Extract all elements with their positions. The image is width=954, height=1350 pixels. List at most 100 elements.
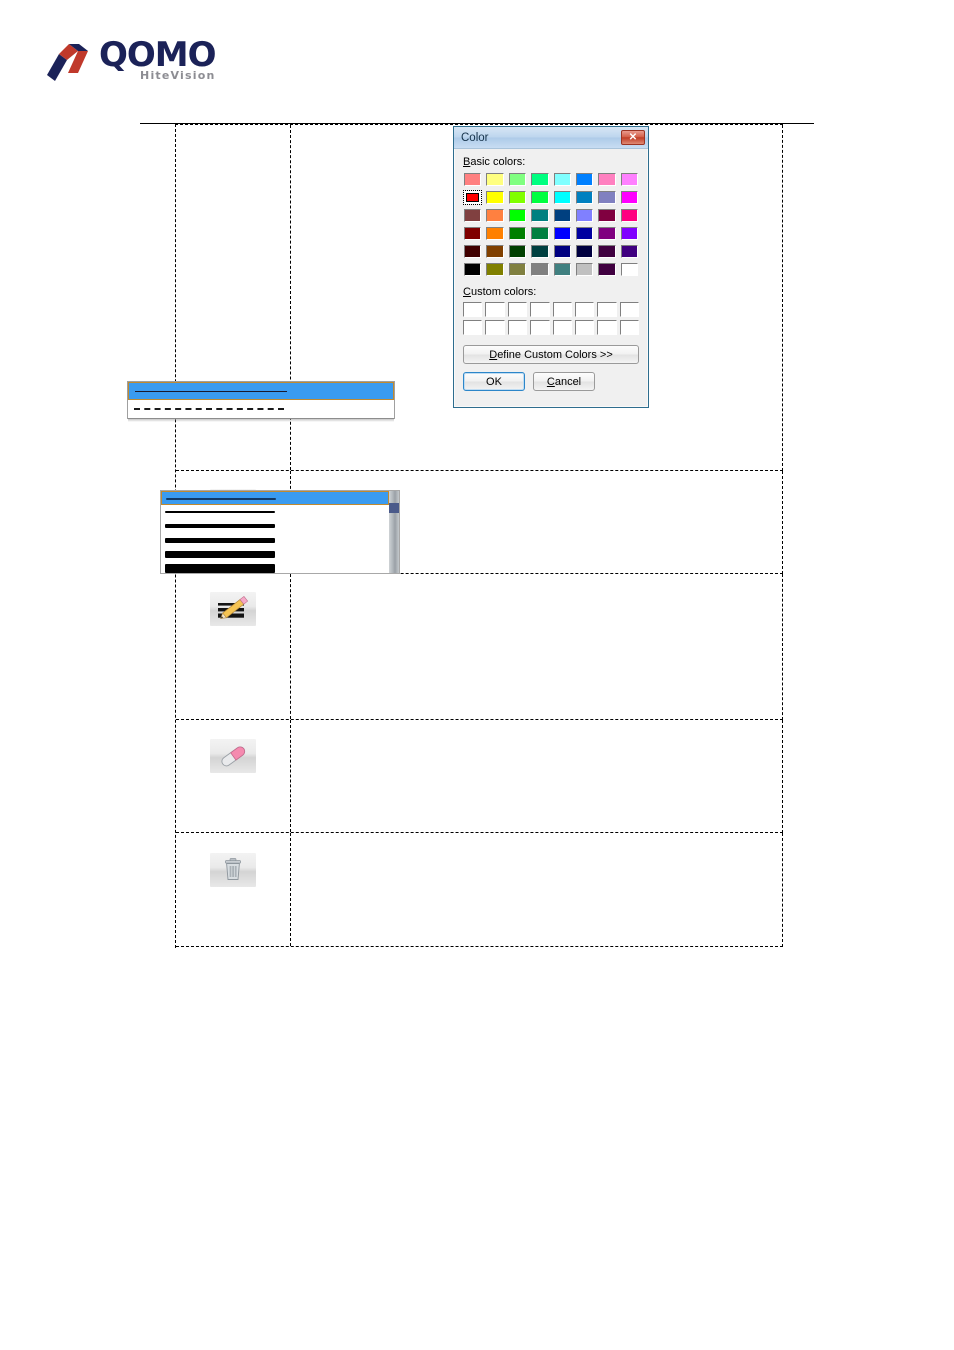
basic-color-swatch[interactable] xyxy=(597,208,616,223)
basic-color-swatch[interactable] xyxy=(620,172,639,187)
basic-color-swatch[interactable] xyxy=(508,190,527,205)
custom-color-swatch[interactable] xyxy=(485,302,505,317)
dialog-titlebar[interactable]: Color ✕ xyxy=(454,127,648,149)
basic-color-swatch[interactable] xyxy=(485,208,504,223)
pencil-line-width-icon[interactable] xyxy=(210,592,256,626)
basic-color-swatch[interactable] xyxy=(463,208,482,223)
color-picker-dialog: Color ✕ Basic colors: Custom colors: Def… xyxy=(453,126,649,408)
basic-color-swatch[interactable] xyxy=(463,172,482,187)
basic-color-swatch[interactable] xyxy=(485,190,504,205)
custom-color-swatch[interactable] xyxy=(507,320,528,335)
basic-color-swatch[interactable] xyxy=(575,190,594,205)
basic-color-swatch[interactable] xyxy=(597,226,616,241)
basic-color-swatch[interactable] xyxy=(575,172,594,187)
line-width-options[interactable] xyxy=(161,491,389,575)
basic-color-swatch[interactable] xyxy=(553,244,572,259)
basic-color-swatch[interactable] xyxy=(508,244,527,259)
swatch-fill xyxy=(464,227,482,240)
basic-color-swatch[interactable] xyxy=(530,262,549,277)
custom-color-swatch[interactable] xyxy=(530,302,550,317)
basic-color-swatch[interactable] xyxy=(620,244,639,259)
basic-color-swatch[interactable] xyxy=(508,172,527,187)
custom-color-swatch[interactable] xyxy=(597,302,617,317)
basic-color-swatch[interactable] xyxy=(485,172,504,187)
basic-color-swatch[interactable] xyxy=(620,226,639,241)
basic-color-swatch[interactable] xyxy=(620,190,639,205)
basic-color-swatch[interactable] xyxy=(530,190,549,205)
basic-color-swatch[interactable] xyxy=(508,262,527,277)
swatch-fill xyxy=(620,173,638,186)
basic-color-swatch[interactable] xyxy=(508,226,527,241)
basic-color-swatch[interactable] xyxy=(530,208,549,223)
basic-color-swatch[interactable] xyxy=(575,208,594,223)
basic-color-swatch[interactable] xyxy=(463,190,483,205)
basic-color-swatch[interactable] xyxy=(530,244,549,259)
basic-color-swatch[interactable] xyxy=(553,172,572,187)
vertical-scrollbar[interactable] xyxy=(389,491,399,573)
basic-color-swatch[interactable] xyxy=(463,262,482,277)
table-row xyxy=(176,720,783,833)
cancel-button[interactable]: Cancel xyxy=(533,372,595,391)
basic-color-swatch[interactable] xyxy=(597,190,616,205)
basic-color-swatch[interactable] xyxy=(530,226,549,241)
basic-color-swatch[interactable] xyxy=(575,226,594,241)
basic-color-swatch[interactable] xyxy=(463,244,482,259)
custom-color-swatch[interactable] xyxy=(485,320,505,335)
swatch-fill xyxy=(464,209,482,222)
custom-color-swatch[interactable] xyxy=(507,302,528,317)
qomo-chevron-logo-icon xyxy=(47,44,88,81)
line-style-option-solid[interactable] xyxy=(128,382,394,400)
basic-color-swatch[interactable] xyxy=(597,172,616,187)
basic-color-swatch[interactable] xyxy=(553,190,572,205)
line-style-option-dashed[interactable] xyxy=(128,400,394,418)
line-width-preview xyxy=(165,563,275,573)
basic-color-swatch[interactable] xyxy=(553,208,572,223)
line-width-option[interactable] xyxy=(161,519,389,533)
swatch-fill xyxy=(464,245,482,258)
line-width-option[interactable] xyxy=(161,533,389,547)
custom-color-swatch[interactable] xyxy=(552,302,572,317)
custom-color-swatch[interactable] xyxy=(463,320,483,335)
custom-color-swatch[interactable] xyxy=(530,320,550,335)
basic-color-swatch[interactable] xyxy=(575,244,594,259)
line-width-dropdown[interactable] xyxy=(160,490,400,574)
basic-color-swatch[interactable] xyxy=(620,262,639,277)
custom-color-swatch[interactable] xyxy=(574,302,595,317)
basic-color-swatch[interactable] xyxy=(597,262,616,277)
basic-color-swatch[interactable] xyxy=(463,226,482,241)
custom-color-swatch[interactable] xyxy=(619,302,639,317)
close-icon[interactable]: ✕ xyxy=(621,130,645,145)
basic-color-swatch[interactable] xyxy=(508,208,527,223)
line-width-option[interactable] xyxy=(161,491,389,505)
line-style-dropdown[interactable] xyxy=(127,381,395,422)
ok-button[interactable]: OK xyxy=(463,372,525,391)
basic-color-swatch[interactable] xyxy=(485,244,504,259)
basic-color-swatch[interactable] xyxy=(597,244,616,259)
line-width-option[interactable] xyxy=(161,561,389,575)
swatch-fill xyxy=(531,209,549,222)
custom-color-swatch[interactable] xyxy=(619,320,639,335)
custom-color-swatch[interactable] xyxy=(552,320,572,335)
basic-color-swatch[interactable] xyxy=(485,262,504,277)
custom-color-swatch[interactable] xyxy=(574,320,595,335)
eraser-icon[interactable] xyxy=(210,739,256,773)
line-width-option[interactable] xyxy=(161,547,389,561)
swatch-fill xyxy=(531,263,549,276)
define-custom-colors-button[interactable]: Define Custom Colors >> xyxy=(463,345,639,364)
basic-color-swatch[interactable] xyxy=(485,226,504,241)
basic-color-swatch[interactable] xyxy=(530,172,549,187)
line-width-option[interactable] xyxy=(161,505,389,519)
basic-colors-grid[interactable] xyxy=(463,172,639,277)
swatch-fill xyxy=(598,263,616,276)
swatch-fill xyxy=(553,173,571,186)
custom-colors-grid[interactable] xyxy=(463,302,639,335)
basic-color-swatch[interactable] xyxy=(620,208,639,223)
swatch-fill xyxy=(620,191,638,204)
basic-color-swatch[interactable] xyxy=(553,226,572,241)
custom-color-swatch[interactable] xyxy=(597,320,617,335)
basic-color-swatch[interactable] xyxy=(553,262,572,277)
scrollbar-thumb[interactable] xyxy=(389,503,399,513)
custom-color-swatch[interactable] xyxy=(463,302,483,317)
basic-color-swatch[interactable] xyxy=(575,262,594,277)
trash-icon[interactable] xyxy=(210,853,256,887)
